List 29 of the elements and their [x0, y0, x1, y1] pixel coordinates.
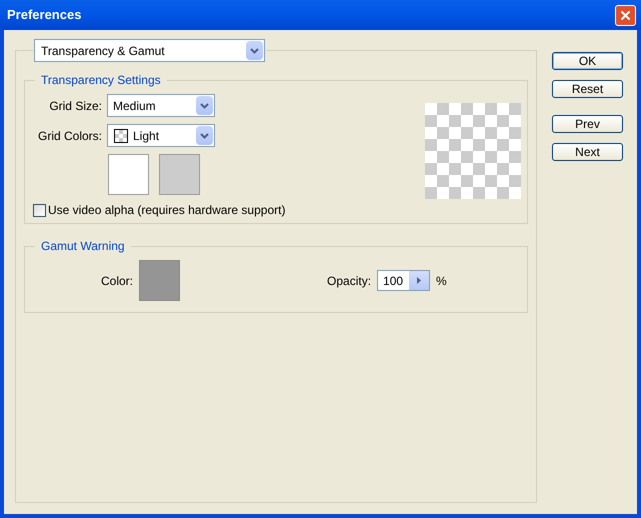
group-title: Gamut Warning: [40, 238, 126, 255]
field-label: Grid Size:: [48, 98, 102, 114]
grid-colors-dropdown[interactable]: Light: [107, 124, 215, 147]
section-dropdown[interactable]: Transparency & Gamut: [34, 39, 265, 62]
dialog-button[interactable]: Reset: [552, 80, 623, 98]
checker-icon: [115, 130, 127, 142]
dialog-button[interactable]: OK: [552, 52, 623, 70]
dialog-button[interactable]: Prev: [552, 115, 623, 133]
field-label: Grid Colors:: [36, 128, 102, 144]
unit-label: %: [436, 272, 447, 290]
slider-popup-button[interactable]: [409, 271, 430, 290]
window-title: Preferences: [7, 6, 82, 24]
dropdown-caret-icon[interactable]: [196, 126, 213, 145]
checkbox[interactable]: [33, 204, 46, 216]
opacity-field[interactable]: 100: [377, 270, 430, 291]
dialog-button[interactable]: Next: [552, 143, 623, 161]
field-label: Color:: [101, 272, 134, 290]
color-swatch[interactable]: [108, 154, 149, 195]
dropdown-caret-icon[interactable]: [196, 96, 213, 115]
checkbox-label: Use video alpha (requires hardware support): [48, 202, 286, 219]
color-swatch[interactable]: [159, 154, 200, 195]
field-label: Opacity:: [327, 272, 372, 290]
close-icon: [620, 10, 631, 20]
close-button[interactable]: [615, 4, 636, 26]
color-swatch[interactable]: [139, 260, 180, 301]
triangle-icon: [417, 277, 422, 284]
grid-size-dropdown[interactable]: Medium: [107, 94, 215, 117]
dropdown-caret-icon[interactable]: [246, 41, 263, 60]
group-title: Transparency Settings: [40, 72, 162, 89]
